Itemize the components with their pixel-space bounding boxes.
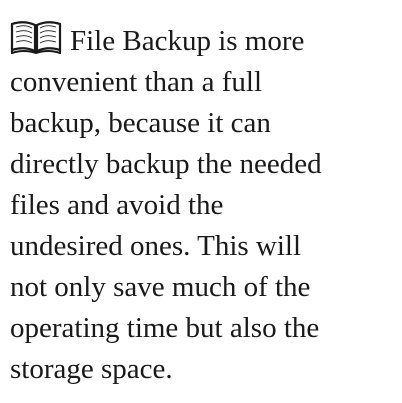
note-line-text: File Backup is more	[70, 25, 305, 57]
note-paragraph: File Backup is more convenient than a fu…	[10, 20, 394, 390]
note-line-9: storage space.	[10, 353, 173, 385]
note-line-3: backup, because it can	[10, 107, 271, 139]
note-line-8: operating time but also the	[10, 312, 320, 344]
note-line-4: directly backup the needed	[10, 148, 322, 180]
note-line-5: files and avoid the	[10, 189, 224, 221]
open-book-icon	[10, 20, 62, 54]
note-line-7: not only save much of the	[10, 271, 311, 303]
note-line-1: File Backup is more	[10, 20, 394, 62]
note-line-2: convenient than a full	[10, 66, 263, 98]
note-line-6: undesired ones. This will	[10, 230, 302, 262]
